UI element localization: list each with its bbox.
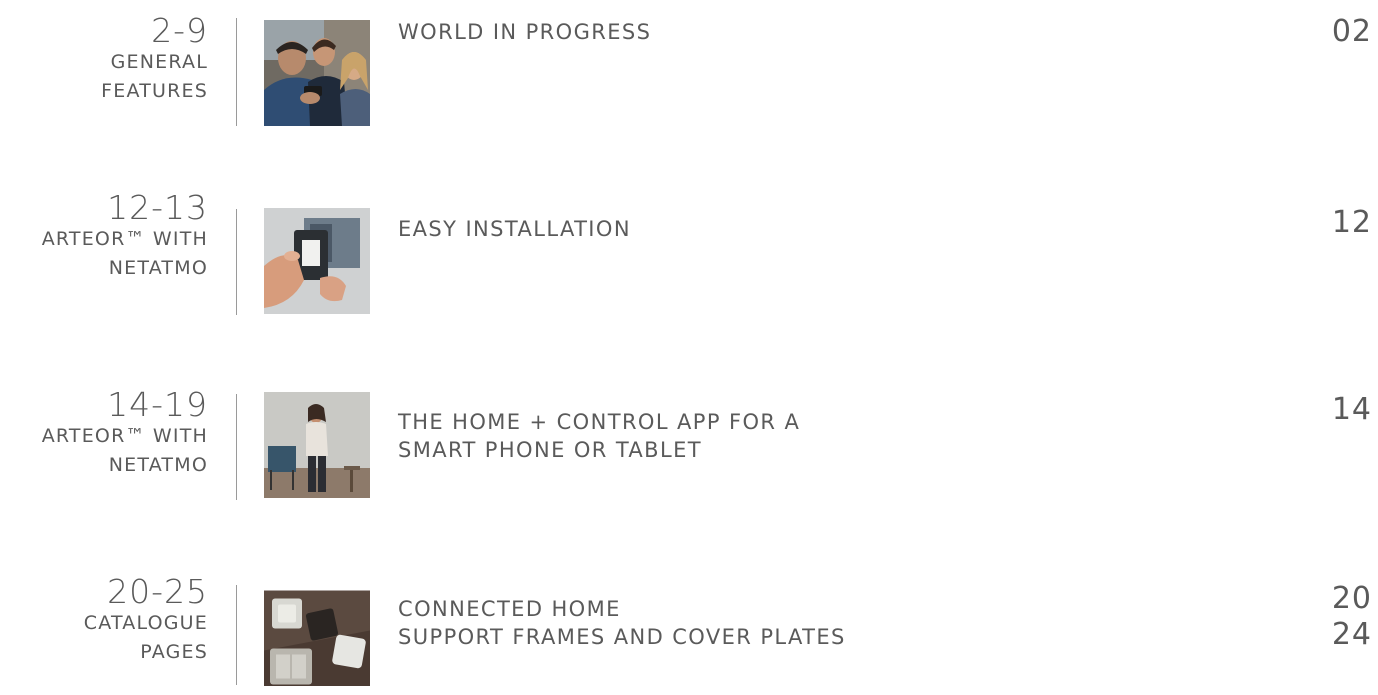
entry-title: EASY INSTALLATION [398, 217, 631, 241]
section-label: ARTEOR™ WITH [41, 228, 208, 250]
section-label: PAGES [140, 641, 208, 663]
toc-entry: 14-19 ARTEOR™ WITH NETATMO THE HOME + CO… [0, 388, 1378, 508]
page-range: 12-13 [107, 188, 208, 227]
thumbnail-switch-install [264, 208, 370, 314]
page-number: 14 [1331, 392, 1372, 427]
entry-range-block: 14-19 ARTEOR™ WITH NETATMO [42, 388, 208, 480]
page-range: 14-19 [107, 385, 208, 424]
entry-title-block: WORLD IN PROGRESS [398, 18, 651, 46]
section-label: ARTEOR™ WITH [41, 425, 208, 447]
entry-pages-block: 14 [1332, 392, 1372, 428]
entry-range-block: 12-13 ARTEOR™ WITH NETATMO [42, 191, 208, 283]
toc-entry: 20-25 CATALOGUE PAGES CONNECTED HOME SUP… [0, 575, 1378, 695]
vertical-divider [236, 585, 237, 685]
vertical-divider [236, 18, 237, 126]
section-label: CATALOGUE [83, 612, 208, 634]
vertical-divider [236, 209, 237, 315]
entry-pages-block: 02 [1332, 14, 1372, 50]
entry-title-block: EASY INSTALLATION [398, 215, 631, 243]
entry-title: WORLD IN PROGRESS [398, 20, 652, 44]
entry-title: SUPPORT FRAMES AND COVER PLATES [398, 625, 846, 649]
thumbnail-cover-plates [264, 587, 370, 686]
page-range: 2-9 [151, 11, 208, 50]
entry-title: SMART PHONE OR TABLET [398, 438, 702, 462]
vertical-divider [236, 394, 237, 500]
section-label: FEATURES [101, 80, 208, 102]
entry-range-block: 20-25 CATALOGUE PAGES [84, 575, 208, 667]
entry-title: THE HOME + CONTROL APP FOR A [398, 410, 801, 434]
entry-pages-block: 20 24 [1332, 581, 1372, 653]
page-number: 24 [1331, 617, 1372, 652]
page-number: 02 [1331, 14, 1372, 49]
page-range: 20-25 [107, 572, 208, 611]
toc-entry: 2-9 GENERAL FEATURES WORLD IN PROGRESS 0… [0, 14, 1378, 134]
entry-title-block: THE HOME + CONTROL APP FOR A SMART PHONE… [398, 408, 800, 464]
entry-pages-block: 12 [1332, 205, 1372, 241]
entry-range-block: 2-9 GENERAL FEATURES [101, 14, 208, 106]
page-number: 12 [1331, 205, 1372, 240]
entry-title-block: CONNECTED HOME SUPPORT FRAMES AND COVER … [398, 595, 846, 651]
section-label: NETATMO [108, 257, 208, 279]
toc-entry: 12-13 ARTEOR™ WITH NETATMO EASY INSTALLA… [0, 191, 1378, 315]
section-label: GENERAL [110, 51, 208, 73]
entry-title: CONNECTED HOME [398, 597, 621, 621]
page-number: 20 [1331, 581, 1372, 616]
section-label: NETATMO [108, 454, 208, 476]
thumbnail-woman-room [264, 392, 370, 498]
thumbnail-people-phone [264, 20, 370, 126]
